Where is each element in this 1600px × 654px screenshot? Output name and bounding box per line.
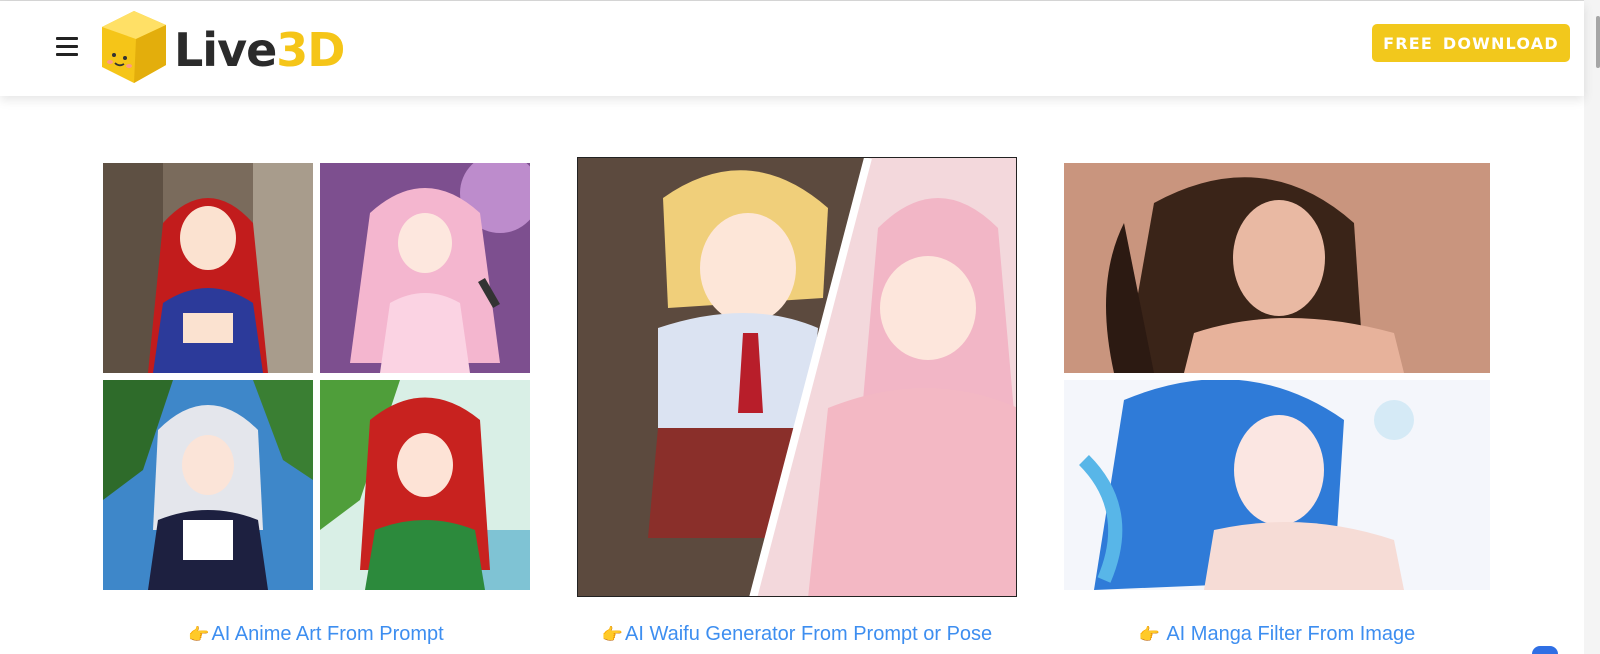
anime-image-maid-silver-hair[interactable]: [103, 380, 313, 590]
pointing-hand-icon: 👉: [601, 625, 623, 644]
pointing-hand-icon: 👉: [1138, 625, 1160, 644]
chat-widget-icon[interactable]: [1532, 646, 1558, 654]
caption-waifu-generator-link[interactable]: 👉 AI Waifu Generator From Prompt or Pose: [576, 620, 1018, 648]
scrollbar-thumb[interactable]: [1596, 16, 1600, 68]
hamburger-icon[interactable]: [56, 37, 78, 57]
caption-manga-filter-link[interactable]: 👉 AI Manga Filter From Image: [1064, 620, 1490, 648]
waifu-image-split[interactable]: [577, 157, 1017, 597]
logo[interactable]: Live3D: [100, 9, 345, 89]
pointing-hand-icon: 👉: [188, 625, 210, 644]
manga-filter-anime-result[interactable]: [1064, 380, 1490, 590]
caption-anime-art-link[interactable]: 👉 AI Anime Art From Prompt: [100, 620, 532, 648]
anime-image-red-hair-blue-outfit[interactable]: [103, 163, 313, 373]
anime-image-pink-idol[interactable]: [320, 163, 530, 373]
anime-image-red-hair-green-dress[interactable]: [320, 380, 530, 590]
logo-wordmark: Live3D: [174, 23, 345, 77]
scrollbar[interactable]: [1584, 0, 1600, 654]
site-header: Live3D FREE DOWNLOAD: [0, 1, 1584, 96]
cube-mascot-icon: [102, 11, 166, 83]
free-download-button[interactable]: FREE DOWNLOAD: [1372, 24, 1570, 62]
manga-filter-photo-original[interactable]: [1064, 163, 1490, 373]
